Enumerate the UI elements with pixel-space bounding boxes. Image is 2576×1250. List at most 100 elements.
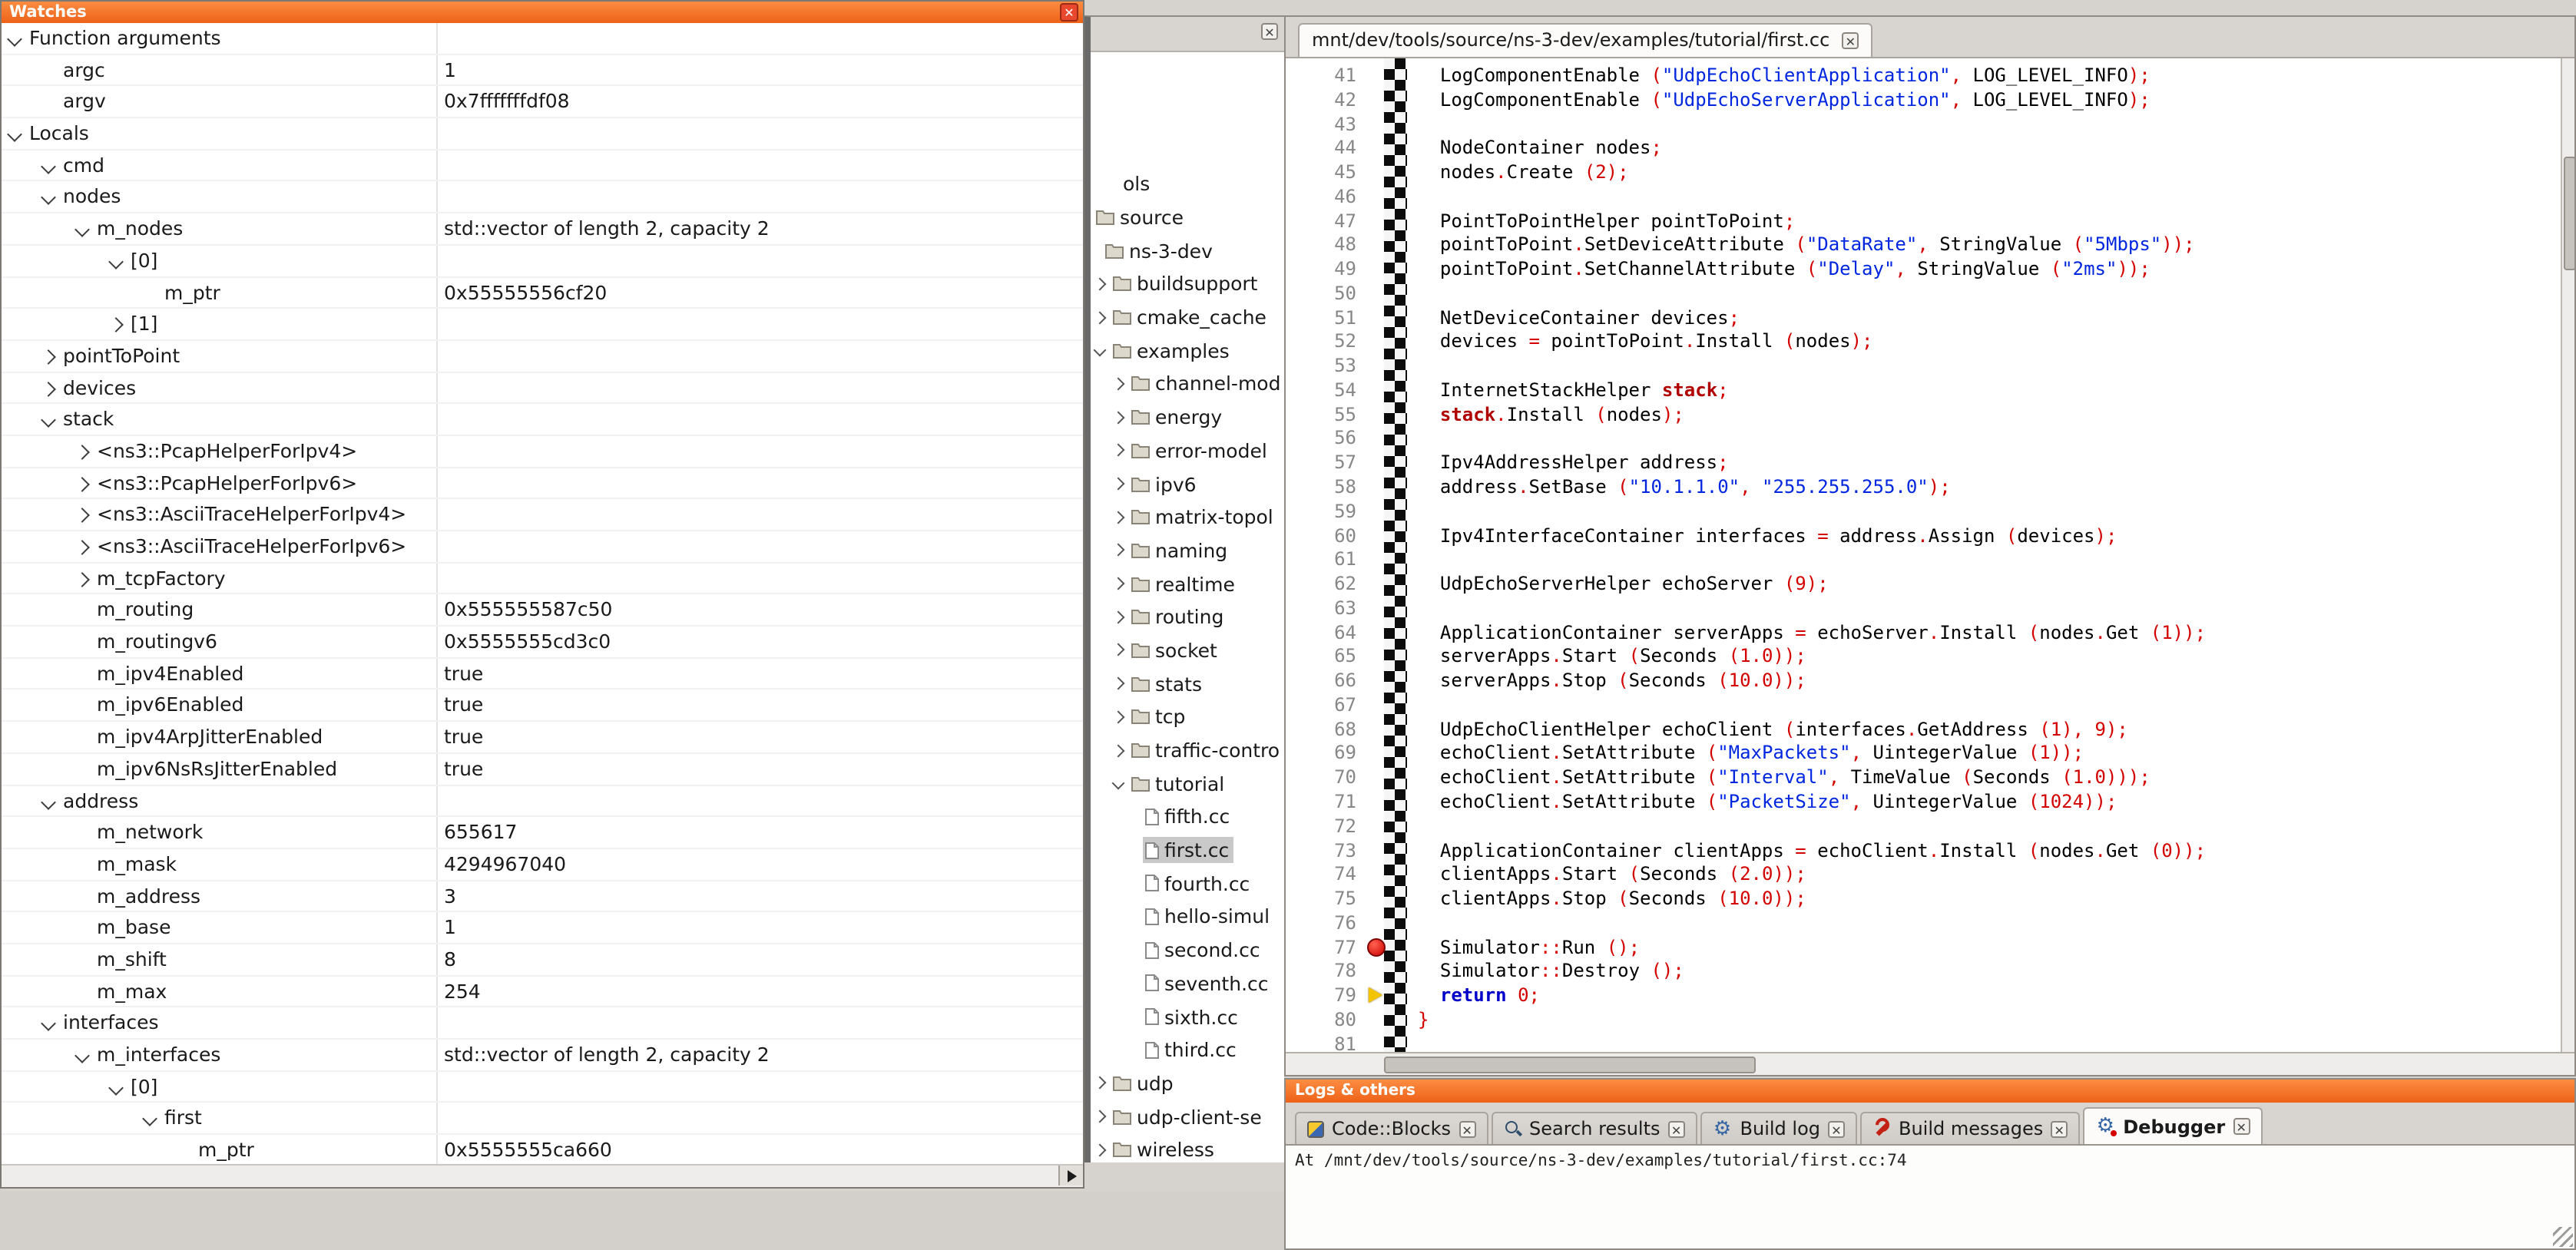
chevron-down-icon[interactable] (1094, 344, 1107, 357)
watch-row-cmd[interactable]: cmd (2, 150, 1083, 182)
tree-item-first-cc[interactable]: first.cc (1091, 834, 1284, 867)
watch-row-m-tcpfactory[interactable]: m_tcpFactory (2, 563, 1083, 594)
tree-item-wireless[interactable]: wireless (1091, 1133, 1284, 1162)
code-line-54[interactable]: 54 InternetStackHelper stack; (1286, 379, 2561, 404)
tree-item-routing[interactable]: routing (1091, 600, 1284, 633)
code-line-81[interactable]: 81 (1286, 1033, 2561, 1052)
code-line-74[interactable]: 74 clientApps.Start (Seconds (2.0)); (1286, 864, 2561, 888)
tree-item-ols[interactable]: ols (1091, 167, 1284, 200)
editor-vertical-scrollbar[interactable] (2561, 58, 2574, 1052)
code-line-78[interactable]: 78 Simulator::Destroy (); (1286, 961, 2561, 985)
watch-row-m-routing[interactable]: m_routing0x555555587c50 (2, 595, 1083, 627)
code-line-61[interactable]: 61 (1286, 549, 2561, 574)
watch-row-m-mask[interactable]: m_mask4294967040 (2, 849, 1083, 881)
code-line-62[interactable]: 62 UdpEchoServerHelper echoServer (9); (1286, 573, 2561, 597)
log-tab-build-messages[interactable]: Build messages (1860, 1112, 2080, 1144)
watch-row-ns3-pcaphelperforipv4[interactable]: <ns3::PcapHelperForIpv4> (2, 436, 1083, 468)
chevron-right-icon[interactable] (1094, 277, 1107, 290)
code-line-53[interactable]: 53 (1286, 355, 2561, 379)
chevron-right-icon[interactable] (41, 349, 56, 365)
code-line-55[interactable]: 55 stack.Install (nodes); (1286, 403, 2561, 428)
tree-item-energy[interactable]: energy (1091, 401, 1284, 434)
tree-item-channel-mod[interactable]: channel-mod (1091, 367, 1284, 400)
tree-item-seventh-cc[interactable]: seventh.cc (1091, 967, 1284, 1000)
chevron-right-icon[interactable] (1112, 444, 1125, 457)
chevron-right-icon[interactable] (1112, 677, 1125, 690)
tree-item-traffic-contro[interactable]: traffic-contro (1091, 733, 1284, 766)
code-line-64[interactable]: 64 ApplicationContainer serverApps = ech… (1286, 621, 2561, 646)
code-line-72[interactable]: 72 (1286, 815, 2561, 839)
tree-item-buildsupport[interactable]: buildsupport (1091, 267, 1284, 300)
chevron-right-icon[interactable] (1112, 610, 1125, 623)
logs-panel-titlebar[interactable]: Logs & others (1286, 1080, 2574, 1103)
code-line-57[interactable]: 57 Ipv4AddressHelper address; (1286, 452, 2561, 477)
chevron-right-icon[interactable] (1112, 478, 1125, 491)
code-line-47[interactable]: 47 PointToPointHelper pointToPoint; (1286, 210, 2561, 234)
tree-item-stats[interactable]: stats (1091, 667, 1284, 700)
watch-row-m-ipv6enabled[interactable]: m_ipv6Enabledtrue (2, 690, 1083, 722)
code-line-65[interactable]: 65 serverApps.Start (Seconds (1.0)); (1286, 646, 2561, 670)
watch-row-m-address[interactable]: m_address3 (2, 881, 1083, 912)
tree-item-udp-client-se[interactable]: udp-client-se (1091, 1100, 1284, 1133)
chevron-right-icon[interactable] (74, 540, 90, 555)
close-icon[interactable] (1261, 23, 1278, 40)
chevron-down-icon[interactable] (41, 413, 56, 428)
tree-item-fourth-cc[interactable]: fourth.cc (1091, 867, 1284, 900)
chevron-right-icon[interactable] (1112, 710, 1125, 723)
chevron-down-icon[interactable] (1112, 777, 1125, 790)
watch-row-stack[interactable]: stack (2, 405, 1083, 436)
watch-row-m-ptr[interactable]: m_ptr0x5555555ca660 (2, 1135, 1083, 1164)
chevron-right-icon[interactable] (74, 571, 90, 587)
code-area[interactable]: 41 LogComponentEnable ("UdpEchoClientApp… (1286, 58, 2574, 1052)
tree-item-ns-3-dev[interactable]: ns-3-dev (1091, 234, 1284, 267)
close-icon[interactable] (1459, 1120, 1475, 1137)
close-icon[interactable] (1842, 31, 1859, 48)
chevron-right-icon[interactable] (74, 476, 90, 491)
watch-row-function-arguments[interactable]: Function arguments (2, 23, 1083, 55)
close-icon[interactable] (2051, 1120, 2068, 1137)
editor-horizontal-scrollbar[interactable] (1286, 1052, 2574, 1075)
watch-row-1[interactable]: [1] (2, 309, 1083, 340)
chevron-right-icon[interactable] (74, 508, 90, 524)
breakpoint-icon[interactable] (1367, 938, 1386, 956)
watch-row-devices[interactable]: devices (2, 372, 1083, 404)
watch-row-m-max[interactable]: m_max254 (2, 976, 1083, 1007)
watch-row-ns3-asciitracehelperforipv6[interactable]: <ns3::AsciiTraceHelperForIpv6> (2, 531, 1083, 563)
scrollbar-thumb[interactable] (2564, 157, 2574, 270)
tree-item-socket[interactable]: socket (1091, 633, 1284, 666)
chevron-right-icon[interactable] (1094, 1143, 1107, 1156)
code-line-50[interactable]: 50 (1286, 283, 2561, 307)
chevron-right-icon[interactable] (1094, 311, 1107, 324)
close-icon[interactable] (1668, 1120, 1685, 1137)
editor-tab-first-cc[interactable]: mnt/dev/tools/source/ns-3-dev/examples/t… (1298, 23, 1872, 57)
log-tab-search-results[interactable]: Search results (1491, 1112, 1697, 1144)
chevron-down-icon[interactable] (7, 31, 22, 47)
tree-item-source[interactable]: source (1091, 200, 1284, 233)
chevron-right-icon[interactable] (1112, 643, 1125, 656)
tree-item-naming[interactable]: naming (1091, 534, 1284, 567)
tree-item-third-cc[interactable]: third.cc (1091, 1033, 1284, 1066)
code-line-58[interactable]: 58 address.SetBase ("10.1.1.0", "255.255… (1286, 476, 2561, 501)
watch-row-m-network[interactable]: m_network655617 (2, 817, 1083, 848)
watches-horizontal-scrollbar[interactable] (2, 1164, 1083, 1187)
chevron-down-icon[interactable] (41, 159, 56, 174)
code-line-44[interactable]: 44 NodeContainer nodes; (1286, 137, 2561, 162)
chevron-down-icon[interactable] (108, 254, 124, 270)
chevron-right-icon[interactable] (1112, 544, 1125, 557)
watch-row-pointtopoint[interactable]: pointToPoint (2, 341, 1083, 372)
tree-item-fifth-cc[interactable]: fifth.cc (1091, 800, 1284, 833)
watch-row-0[interactable]: [0] (2, 1071, 1083, 1103)
chevron-down-icon[interactable] (142, 1112, 157, 1127)
tree-item-realtime[interactable]: realtime (1091, 567, 1284, 600)
code-line-52[interactable]: 52 devices = pointToPoint.Install (nodes… (1286, 331, 2561, 355)
tree-item-ipv6[interactable]: ipv6 (1091, 467, 1284, 500)
scrollbar-thumb[interactable] (1384, 1057, 1756, 1073)
watch-row-ns3-pcaphelperforipv6[interactable]: <ns3::PcapHelperForIpv6> (2, 468, 1083, 499)
code-line-60[interactable]: 60 Ipv4InterfaceContainer interfaces = a… (1286, 524, 2561, 549)
code-line-45[interactable]: 45 nodes.Create (2); (1286, 161, 2561, 186)
tree-item-sixth-cc[interactable]: sixth.cc (1091, 1000, 1284, 1033)
chevron-right-icon[interactable] (1112, 511, 1125, 524)
watch-row-m-shift[interactable]: m_shift8 (2, 944, 1083, 976)
code-line-56[interactable]: 56 (1286, 428, 2561, 452)
chevron-down-icon[interactable] (7, 127, 22, 142)
